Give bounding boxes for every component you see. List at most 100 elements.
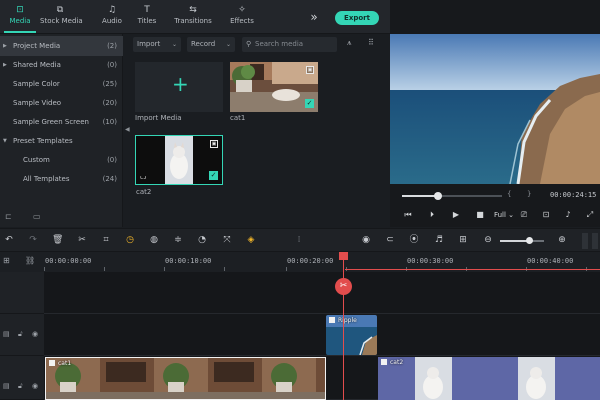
delete-icon[interactable]: 🗑︎ [52, 235, 63, 246]
mark-out-icon[interactable]: } [527, 190, 531, 198]
import-media-tile[interactable]: + Import Media [135, 62, 223, 122]
media-thumbnail-cat1[interactable]: ▣ ✓ cat1 [230, 62, 318, 122]
play-icon[interactable]: ▶ [450, 210, 462, 220]
record-dropdown[interactable]: Record ⌄ [187, 37, 235, 52]
search-input[interactable]: Search media [255, 37, 303, 52]
transition-icon: ⇆ [189, 5, 197, 15]
sidebar-item-label: Shared Media [13, 61, 61, 69]
mask-icon[interactable]: ⦿ [409, 235, 419, 246]
tab-media[interactable]: ⊡ Media [0, 5, 40, 33]
sidebar-item-count: (2) [107, 42, 117, 50]
timeline-ruler[interactable]: ⊞ ⛓ 00:00:00:00 00:00:10:00 00:00:20:00 … [0, 252, 600, 272]
fit-icon[interactable]: ⤧ [222, 235, 232, 246]
split-scissors-button[interactable]: ✂ [335, 278, 352, 295]
library-sidebar: ▶ Project Media (2) ▶ Shared Media (0) S… [0, 34, 123, 227]
playhead-handle[interactable] [339, 252, 348, 260]
cloud-icon: ⧉ [56, 5, 64, 15]
sidebar-item-preset-templates[interactable]: ▼ Preset Templates [0, 131, 123, 151]
sidebar-footer: ⊏ ▭ [0, 209, 123, 227]
sidebar-item-project-media[interactable]: ▶ Project Media (2) [0, 36, 123, 56]
zoom-in-icon[interactable]: ⊕ [557, 235, 567, 246]
panel-tab[interactable] [582, 233, 588, 249]
new-folder-icon[interactable]: ⊏ [5, 212, 15, 222]
tab-titles[interactable]: T Titles [127, 5, 167, 25]
collapse-sidebar-icon[interactable]: ◀ [125, 126, 130, 133]
folder-icon[interactable]: ▭ [33, 212, 43, 222]
more-tabs-icon[interactable]: » [306, 10, 322, 24]
timeline-clip-cat2[interactable]: cat2 [378, 357, 600, 400]
snapshot-icon[interactable]: ⊡ [540, 210, 552, 220]
zoom-slider[interactable] [500, 237, 544, 244]
video-badge-icon: ▣ [210, 140, 218, 148]
sidebar-item-sample-video[interactable]: Sample Video (20) [0, 93, 123, 113]
mark-in-icon[interactable]: { [507, 190, 511, 198]
tab-effects[interactable]: ✧ Effects [222, 5, 262, 25]
timeline-clip-ripple[interactable]: Ripple [326, 315, 377, 355]
import-dropdown[interactable]: Import ⌄ [133, 37, 181, 52]
crop-icon[interactable]: ⌗ [101, 235, 111, 246]
redo-icon[interactable]: ↷ [28, 235, 38, 246]
expand-toolbar-icon[interactable]: ⁞ [294, 235, 304, 246]
color-icon[interactable]: ◍ [149, 235, 159, 246]
sidebar-item-sample-green-screen[interactable]: Sample Green Screen (10) [0, 112, 123, 132]
adjust-icon[interactable]: ≑ [173, 235, 183, 246]
filter-icon[interactable]: ⩚ [347, 38, 352, 48]
quality-dropdown[interactable]: Full ⌄ [492, 210, 516, 220]
monitor-icon[interactable]: ⎚ [518, 210, 530, 220]
expand-icon: ▶ [3, 43, 7, 49]
ruler-label: 00:00:30:00 [407, 257, 454, 265]
tab-label: Stock Media [40, 17, 83, 25]
duration-icon[interactable]: ◔ [197, 235, 207, 246]
text-icon: T [144, 5, 150, 15]
track-lane-video-2[interactable] [44, 314, 600, 356]
eye-icon[interactable]: ◉ [32, 330, 38, 338]
tile-caption: cat2 [136, 188, 152, 196]
sidebar-item-custom[interactable]: Custom (0) [0, 150, 123, 170]
cut-icon[interactable]: ✂ [77, 235, 87, 246]
video-track-icon: ▤ [3, 382, 10, 390]
progress-knob[interactable] [434, 192, 442, 200]
audio-mixer-icon[interactable]: ⊞ [458, 235, 468, 246]
undo-icon[interactable]: ↶ [4, 235, 14, 246]
link-icon[interactable]: ⛓ [25, 256, 35, 265]
lock-icon[interactable]: 🔓︎ [18, 382, 23, 391]
add-track-icon[interactable]: ⊞ [3, 256, 10, 265]
track-lane-empty[interactable] [44, 272, 600, 314]
checkmark-icon: ✓ [209, 171, 218, 180]
zoom-knob[interactable] [525, 237, 533, 244]
preview-progress-bar[interactable] [402, 192, 502, 200]
stop-icon[interactable]: ■ [474, 210, 486, 220]
previous-frame-icon[interactable]: ⏮ [402, 210, 414, 220]
tab-label: Effects [230, 17, 254, 25]
preview-panel: { } 00:00:24:15 ⏮ ⏵ ▶ ■ Full ⌄ ⎚ ⊡ ♪ ⤢ [390, 0, 600, 227]
fullscreen-icon[interactable]: ⤢ [584, 210, 596, 220]
sidebar-item-shared-media[interactable]: ▶ Shared Media (0) [0, 55, 123, 75]
eye-icon[interactable]: ◉ [32, 382, 38, 390]
preview-video[interactable] [390, 34, 600, 184]
voiceover-icon[interactable]: ♬ [434, 235, 444, 246]
media-thumbnail-cat2[interactable]: ▣ ⌞⌟ ✓ cat2 [135, 135, 223, 196]
tab-stock-media[interactable]: ⧉ Stock Media [40, 5, 83, 25]
keyframe-icon[interactable]: ◈ [246, 235, 256, 246]
zoom-out-icon[interactable]: ⊖ [483, 235, 493, 246]
lock-icon[interactable]: 🔓︎ [18, 330, 23, 339]
timeline-clip-cat1[interactable]: cat1 [45, 357, 326, 400]
effects-icon: ✧ [238, 5, 246, 15]
expand-icon: ▶ [3, 62, 7, 68]
marker-icon[interactable]: ⊂ [385, 235, 395, 246]
panel-tab[interactable] [592, 233, 598, 249]
search-box[interactable]: ⚲ Search media [242, 37, 337, 52]
volume-icon[interactable]: ♪ [562, 210, 574, 220]
export-button[interactable]: Export [335, 11, 379, 25]
playhead-line[interactable] [343, 254, 344, 400]
clip-name: cat1 [58, 360, 72, 367]
clip-type-icon [329, 317, 335, 323]
render-icon[interactable]: ◉ [361, 235, 371, 246]
tab-audio[interactable]: ♫ Audio [92, 5, 132, 25]
sidebar-item-sample-color[interactable]: Sample Color (25) [0, 74, 123, 94]
grid-view-icon[interactable]: ⠿ [368, 38, 374, 47]
tab-transitions[interactable]: ⇆ Transitions [173, 5, 213, 25]
sidebar-item-all-templates[interactable]: All Templates (24) [0, 169, 123, 189]
play-reverse-icon[interactable]: ⏵ [426, 210, 438, 220]
speed-icon[interactable]: ◷ [125, 235, 135, 246]
